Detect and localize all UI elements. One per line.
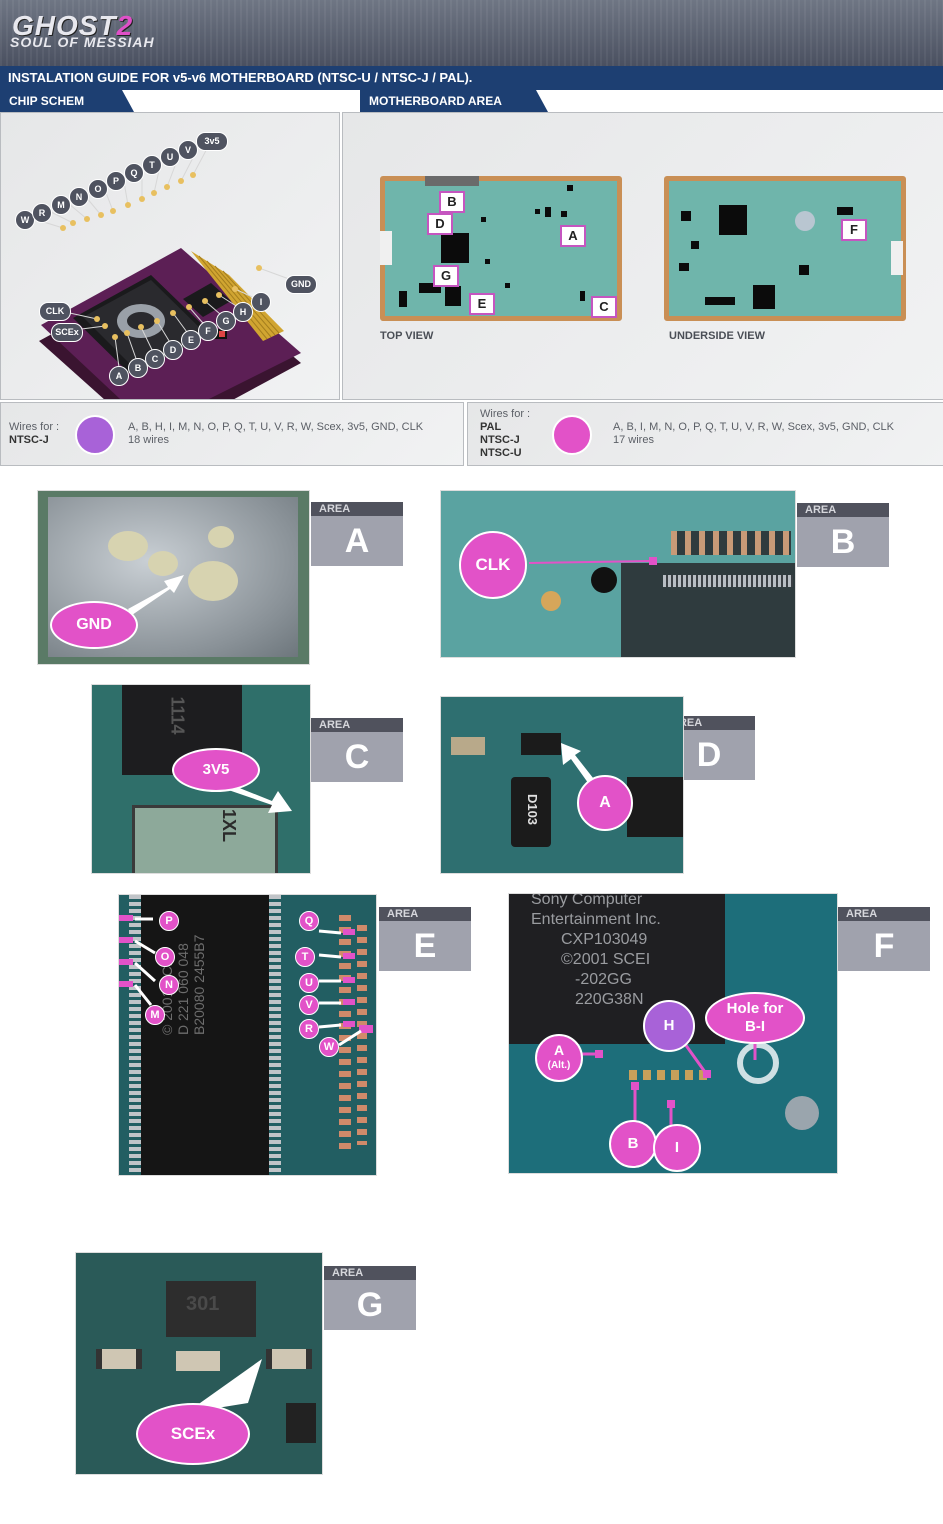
chip-pin-p: P — [106, 171, 126, 191]
area-a-photo: GND — [37, 490, 310, 665]
area-f-photo: Sony Computer Entertainment Inc. CXP10304… — [508, 893, 838, 1174]
chip-pin-i: I — [251, 292, 271, 312]
chip-pin-3v5: 3v5 — [196, 132, 228, 151]
area-e-pin-u: U — [299, 973, 319, 993]
chip-pin-n: N — [69, 187, 89, 207]
chip-schem-panel: W R M N O P Q T U V 3v5 A B C D E F G H … — [0, 112, 340, 400]
page-title: INSTALATION GUIDE FOR v5-v6 MOTHERBOARD … — [8, 70, 473, 85]
area-f-hole-label: Hole for B-I — [705, 992, 805, 1044]
wires-count: 17 wires — [613, 434, 654, 446]
chip-pin-a: A — [109, 366, 129, 386]
wires-pal-panel: Wires for : PAL NTSC-J NTSC-U A, B, I, M… — [467, 402, 943, 466]
tab-corner — [116, 90, 134, 112]
chip-pin-t: T — [142, 155, 162, 175]
chip-pin-f: F — [198, 321, 218, 341]
area-a-gnd-label: GND — [50, 601, 138, 649]
top-view-label-g: G — [433, 265, 459, 287]
title-bar: INSTALATION GUIDE FOR v5-v6 MOTHERBOARD … — [0, 66, 943, 90]
area-e-pin-v: V — [299, 995, 319, 1015]
chip-pin-c: C — [145, 349, 165, 369]
area-b-photo: CLK — [440, 490, 796, 658]
area-e-tag: AREA E — [379, 907, 471, 971]
wires-region: PAL — [480, 421, 502, 433]
area-c-tag: AREA C — [311, 718, 403, 782]
top-view-caption: TOP VIEW — [380, 330, 434, 342]
chip-pin-scex: SCEx — [51, 323, 83, 342]
wires-region: NTSC-U — [480, 447, 522, 459]
area-f-h-label: H — [643, 1000, 695, 1052]
area-e-pin-q: Q — [299, 911, 319, 931]
area-g-scex-label: SCEx — [136, 1403, 250, 1465]
area-e-pin-n: N — [159, 975, 179, 995]
underside-label-f: F — [841, 219, 867, 241]
chip-pin-u: U — [160, 147, 180, 167]
motherboard-area-panel: A B C D E G TOP VIEW F UNDERSIDE VIEW — [342, 112, 943, 400]
area-d-photo: D103 A — [440, 696, 684, 874]
chip-pin-h: H — [233, 302, 253, 322]
area-e-pin-w: W — [319, 1037, 339, 1057]
top-view-label-c: C — [591, 296, 617, 318]
area-f-i-label: I — [653, 1124, 701, 1172]
wires-region: NTSC-J — [9, 434, 49, 446]
area-f-tag: AREA F — [838, 907, 930, 971]
area-c-3v5-label: 3V5 — [172, 748, 260, 792]
top-view-label-e: E — [469, 293, 495, 315]
chip-pin-gnd: GND — [285, 275, 317, 294]
area-f-b-label: B — [609, 1120, 657, 1168]
chip-pin-r: R — [32, 203, 52, 223]
wires-prefix: Wires for : — [480, 408, 531, 420]
wires-list: A, B, I, M, N, O, P, Q, T, U, V, R, W, S… — [613, 421, 894, 433]
chip-pin-v: V — [178, 140, 198, 160]
area-f-a-alt-label: A (Alt.) — [535, 1034, 583, 1082]
area-c-photo: 1114 1XL 3V5 — [91, 684, 311, 874]
chip-pin-m: M — [51, 195, 71, 215]
wires-ntscj-panel: Wires for : NTSC-J A, B, H, I, M, N, O, … — [0, 402, 464, 466]
tab-chip-schem: CHIP SCHEM — [0, 90, 116, 112]
area-e-photo: © 2001 SCEID 221 060 048B20080 2455B7 P … — [118, 894, 377, 1176]
area-e-pin-p: P — [159, 911, 179, 931]
area-a-tag: AREA A — [311, 502, 403, 566]
area-e-pin-m: M — [145, 1005, 165, 1025]
area-e-pin-r: R — [299, 1019, 319, 1039]
tab-motherboard-area: MOTHERBOARD AREA — [360, 90, 530, 112]
wires-prefix: Wires for : — [9, 421, 60, 433]
logo-subtitle: SOUL OF MESSIAH — [10, 34, 155, 50]
wires-count: 18 wires — [128, 434, 169, 446]
area-g-tag: AREA G — [324, 1266, 416, 1330]
area-b-tag: AREA B — [797, 503, 889, 567]
wire-color-swatch — [552, 415, 592, 455]
area-b-clk-label: CLK — [459, 531, 527, 599]
underside-view-board: F — [664, 176, 906, 321]
top-view-label-b: B — [439, 191, 465, 213]
underside-view-caption: UNDERSIDE VIEW — [669, 330, 765, 342]
wires-region: NTSC-J — [480, 434, 520, 446]
top-view-label-a: A — [560, 225, 586, 247]
chip-pin-d: D — [163, 340, 183, 360]
area-e-pin-o: O — [155, 947, 175, 967]
tab-corner — [530, 90, 548, 112]
wires-list: A, B, H, I, M, N, O, P, Q, T, U, V, R, W… — [128, 421, 424, 433]
site-header: GHOST2 SOUL OF MESSIAH — [0, 0, 943, 66]
area-d-a-label: A — [577, 775, 633, 831]
area-g-photo: 301 SCEx — [75, 1252, 323, 1475]
chip-pin-o: O — [88, 179, 108, 199]
chip-pin-clk: CLK — [39, 302, 71, 321]
top-view-label-d: D — [427, 213, 453, 235]
wire-color-swatch — [75, 415, 115, 455]
chip-pin-q: Q — [124, 163, 144, 183]
area-e-pin-t: T — [295, 947, 315, 967]
top-view-board: A B C D E G — [380, 176, 622, 321]
